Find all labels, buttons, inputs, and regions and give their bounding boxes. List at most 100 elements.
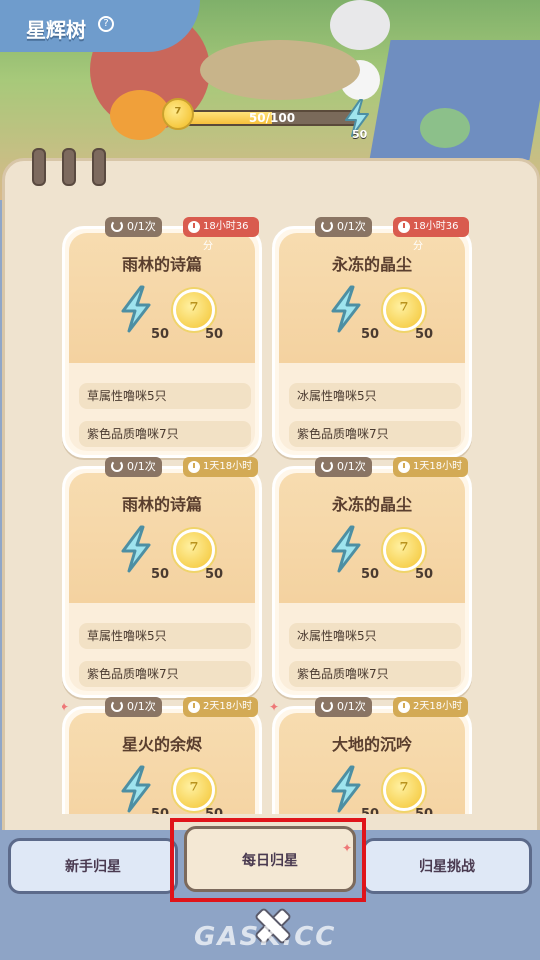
clock-icon (398, 221, 410, 233)
card-list[interactable]: 雨林的诗篇 ⁷ 50 50 草属性噜咪5只 紫色品质噜咪7只 0/1次 18小时3… (62, 214, 480, 814)
card-body: 雨林的诗篇 ⁷ 50 50 草属性噜咪5只 紫色品质噜咪7只 (69, 473, 255, 691)
attempt-count-badge: 0/1次 (105, 697, 162, 717)
attempt-count-badge: 0/1次 (315, 217, 372, 237)
ring (62, 148, 76, 186)
clock-icon (188, 701, 200, 713)
attempt-count-badge: 0/1次 (315, 457, 372, 477)
bolt-reward: 50 (151, 807, 169, 814)
highlight-box (170, 818, 366, 902)
timer-badge: 2天18小时 (393, 697, 469, 717)
refresh-icon (321, 460, 333, 472)
coin-icon: ⁷ (162, 98, 194, 130)
timer-text: 1天18小时 (203, 461, 253, 472)
requirement-type: 草属性噜咪5只 (79, 623, 251, 649)
question-circle-icon[interactable]: ? (98, 16, 114, 32)
coin-icon: ⁷ (173, 529, 215, 571)
quest-card[interactable]: 大地的沉吟 ⁷ 50 50 0/1次 2天18小时 ✦ (269, 697, 472, 814)
page-title: 星辉树 (26, 18, 86, 42)
card-body: 星火的余烬 ⁷ 50 50 (69, 713, 255, 814)
card-title: 永冻的晶尘 (331, 495, 412, 514)
tab-beginner[interactable]: 新手归星 (8, 838, 178, 894)
card-header-bg (279, 713, 465, 814)
requirement-quality: 紫色品质噜咪7只 (289, 661, 461, 687)
lightning-bolt-icon (331, 525, 361, 573)
coin-reward: 50 (415, 807, 433, 814)
coin-icon: ⁷ (173, 289, 215, 331)
frog-character (420, 108, 470, 148)
flame-decoration (110, 90, 170, 140)
ring (32, 148, 46, 186)
attempt-count: 0/1次 (337, 460, 366, 473)
requirement-type: 冰属性噜咪5只 (289, 383, 461, 409)
star-progress: 50/100 ⁷ (162, 98, 368, 130)
clock-icon (398, 701, 410, 713)
attempt-count: 0/1次 (127, 460, 156, 473)
timer-badge: 1天18小时 (393, 457, 469, 477)
lightning-bolt-icon (331, 285, 361, 333)
attempt-count-badge: 0/1次 (105, 217, 162, 237)
lightning-bolt-icon (121, 285, 151, 333)
quest-card[interactable]: 星火的余烬 ⁷ 50 50 0/1次 2天18小时 ✦ (62, 697, 262, 814)
requirement-quality: 紫色品质噜咪7只 (289, 421, 461, 447)
requirement-type: 冰属性噜咪5只 (289, 623, 461, 649)
bolt-count: 50 (352, 128, 368, 141)
clock-icon (188, 221, 200, 233)
quest-card[interactable]: 永冻的晶尘 ⁷ 50 50 冰属性噜咪5只 紫色品质噜咪7只 0/1次 1天18小… (272, 457, 472, 698)
timer-badge: 2天18小时 (183, 697, 259, 717)
attempt-count-badge: 0/1次 (105, 457, 162, 477)
bolt-reward: 50 (361, 807, 379, 814)
quest-card[interactable]: 雨林的诗篇 ⁷ 50 50 草属性噜咪5只 紫色品质噜咪7只 0/1次 1天18小… (62, 457, 262, 698)
attempt-count-badge: 0/1次 (315, 697, 372, 717)
sparkle-icon: ✦ (62, 700, 70, 714)
coin-icon: ⁷ (383, 529, 425, 571)
card-body: 永冻的晶尘 ⁷ 50 50 冰属性噜咪5只 紫色品质噜咪7只 (279, 473, 465, 691)
timer-badge: 1天18小时 (183, 457, 259, 477)
timer-text: 1天18小时 (413, 461, 463, 472)
bolt-reward: 50 (361, 327, 380, 342)
attempt-count: 0/1次 (337, 700, 366, 713)
refresh-icon (111, 460, 123, 472)
coin-reward: 50 (205, 327, 224, 342)
clock-icon (398, 461, 410, 473)
coin-icon: ⁷ (383, 289, 425, 331)
quest-card[interactable]: 雨林的诗篇 ⁷ 50 50 草属性噜咪5只 紫色品质噜咪7只 0/1次 18小时3… (62, 217, 262, 458)
path-ground (200, 40, 360, 100)
tab-challenge[interactable]: 归星挑战 (362, 838, 532, 894)
timer-badge: 18小时36分 (393, 217, 469, 252)
coin-reward: 50 (415, 567, 434, 582)
timer-text: 2天18小时 (203, 701, 253, 712)
timer-text: 2天18小时 (413, 701, 463, 712)
clock-icon (188, 461, 200, 473)
progress-track: 50/100 (182, 110, 362, 126)
lightning-bolt-icon (121, 525, 151, 573)
coin-reward: 50 (205, 807, 223, 814)
bolt-reward: 50 (361, 567, 380, 582)
card-title: 星火的余烬 (121, 735, 202, 754)
sparkle-icon: ✦ (269, 700, 280, 714)
card-title: 雨林的诗篇 (121, 495, 202, 514)
coin-reward: 50 (205, 567, 224, 582)
card-body: 大地的沉吟 ⁷ 50 50 (279, 713, 465, 814)
bolt-reward: 50 (151, 567, 170, 582)
requirement-quality: 紫色品质噜咪7只 (79, 661, 251, 687)
refresh-icon (321, 700, 333, 712)
card-body: 雨林的诗篇 ⁷ 50 50 草属性噜咪5只 紫色品质噜咪7只 (69, 233, 255, 451)
watermark: GASK.CC (194, 922, 337, 952)
ghost-character (330, 0, 390, 50)
attempt-count: 0/1次 (127, 220, 156, 233)
coin-reward: 50 (415, 327, 434, 342)
timer-badge: 18小时36分 (183, 217, 259, 252)
card-title: 雨林的诗篇 (121, 255, 202, 274)
progress-text: 50/100 (248, 111, 296, 125)
card-title: 大地的沉吟 (331, 735, 412, 754)
requirement-quality: 紫色品质噜咪7只 (79, 421, 251, 447)
refresh-icon (111, 700, 123, 712)
coin-icon: ⁷ (173, 769, 215, 811)
quest-card[interactable]: 永冻的晶尘 ⁷ 50 50 冰属性噜咪5只 紫色品质噜咪7只 0/1次 18小时3… (272, 217, 472, 458)
requirement-type: 草属性噜咪5只 (79, 383, 251, 409)
refresh-icon (321, 220, 333, 232)
lightning-bolt-icon (331, 765, 361, 813)
card-title: 永冻的晶尘 (331, 255, 412, 274)
attempt-count: 0/1次 (127, 700, 156, 713)
ring (92, 148, 106, 186)
